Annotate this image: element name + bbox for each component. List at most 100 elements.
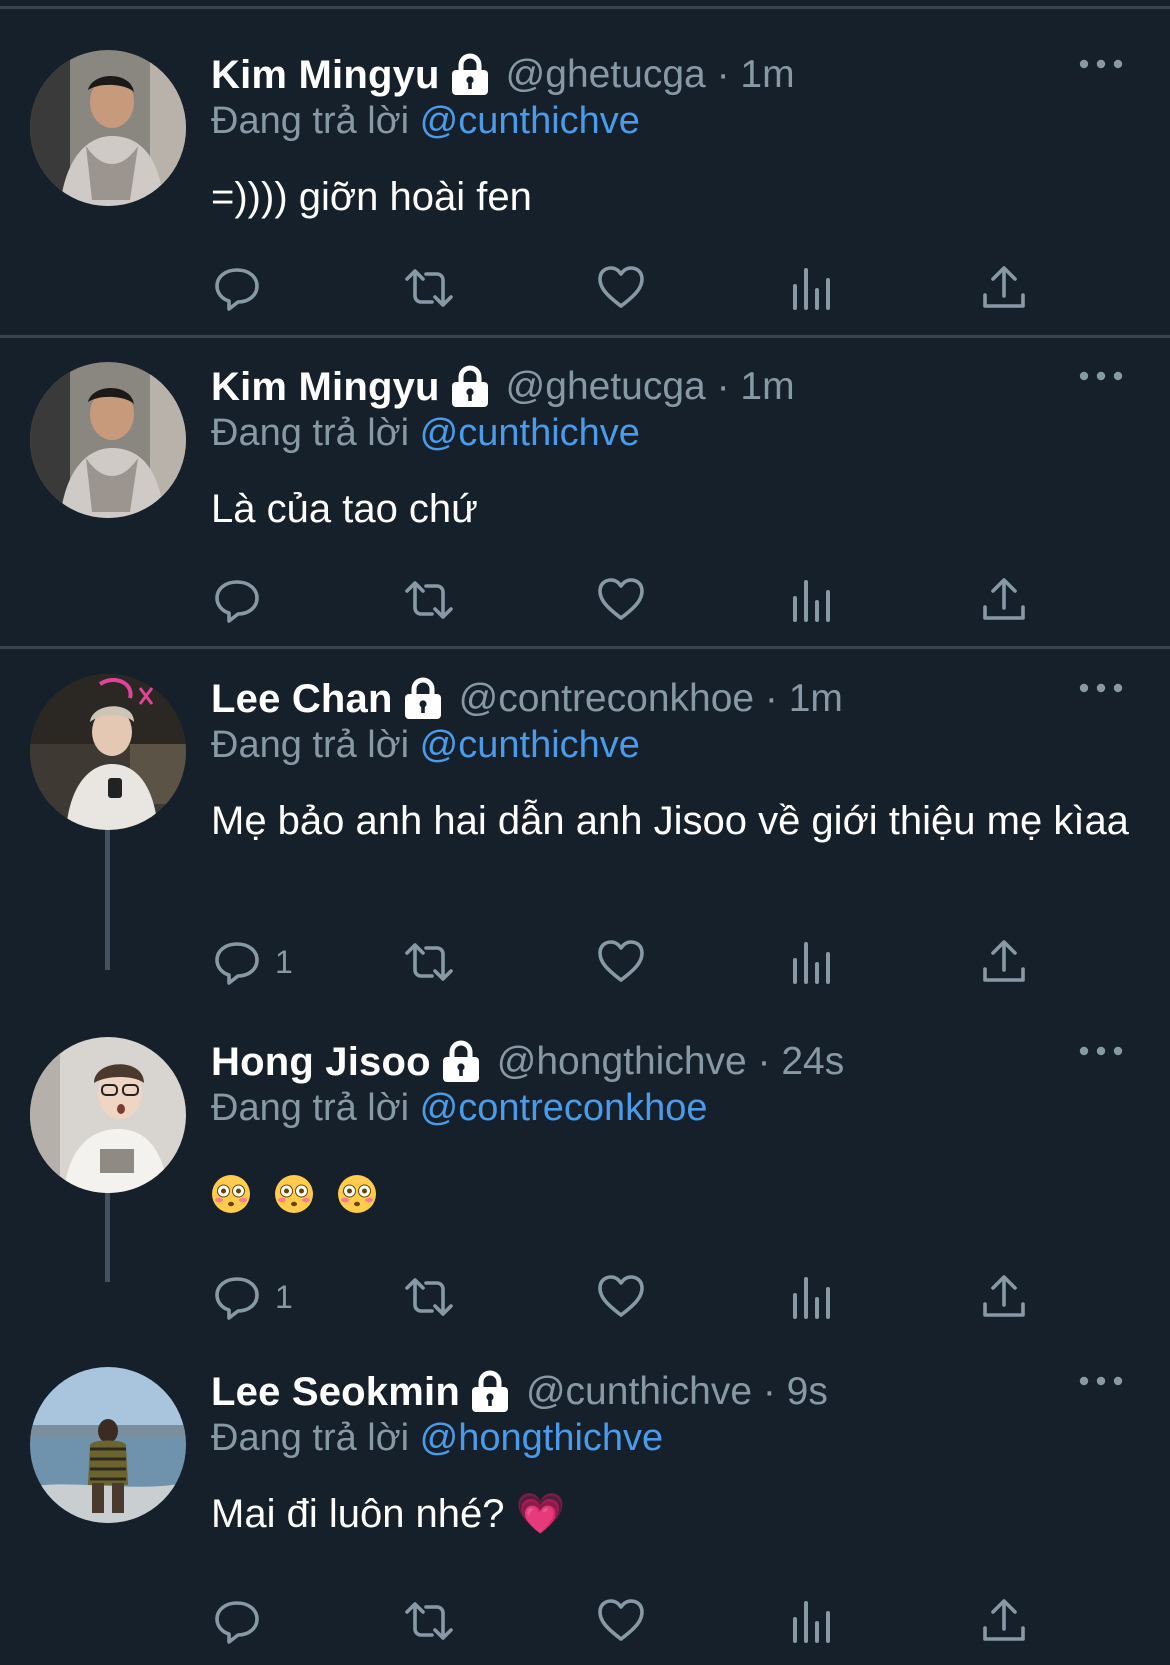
like-button[interactable] — [595, 572, 647, 628]
mention-link[interactable]: @contreconkhoe — [420, 1087, 708, 1129]
handle-time[interactable]: @cunthichve · 9s — [526, 1370, 828, 1414]
reply-button[interactable] — [211, 1593, 275, 1649]
display-name[interactable]: Lee Chan — [211, 677, 393, 722]
tweet-text: =)))) giỡn hoài fen — [211, 175, 532, 219]
like-icon — [595, 574, 647, 626]
handle-time[interactable]: @hongthichve · 24s — [497, 1040, 844, 1084]
share-icon — [978, 574, 1030, 626]
tweet-header: Kim Mingyu @ghetucga · 1m — [211, 362, 795, 412]
handle-time[interactable]: @ghetucga · 1m — [506, 365, 795, 409]
analytics-icon — [786, 1595, 838, 1647]
retweet-icon — [403, 1595, 455, 1647]
more-icon[interactable] — [1076, 1371, 1126, 1391]
avatar[interactable] — [30, 1037, 186, 1193]
more-icon[interactable] — [1076, 366, 1126, 386]
reply-button[interactable]: 1 — [211, 934, 293, 990]
avatar[interactable] — [30, 674, 186, 830]
reply-icon — [211, 936, 263, 988]
lock-icon — [441, 1040, 481, 1084]
like-icon — [595, 1271, 647, 1323]
lock-icon — [403, 677, 443, 721]
reply-icon — [211, 1271, 263, 1323]
display-name[interactable]: Lee Seokmin — [211, 1370, 460, 1415]
retweet-button[interactable] — [403, 1593, 455, 1649]
share-icon — [978, 1595, 1030, 1647]
avatar[interactable] — [30, 362, 186, 518]
retweet-button[interactable] — [403, 934, 455, 990]
reply-prefix: Đang trả lời — [211, 724, 410, 766]
tweet-text: 😳 😳 😳 — [211, 1167, 1131, 1218]
retweet-button[interactable] — [403, 572, 455, 628]
display-name[interactable]: Kim Mingyu — [211, 53, 440, 98]
retweet-icon — [403, 936, 455, 988]
action-bar — [0, 572, 1170, 628]
tweet-text: Là của tao chứ — [211, 487, 478, 531]
replying-to: Đang trả lời @contreconkhoe — [211, 1087, 708, 1130]
analytics-button[interactable] — [786, 572, 838, 628]
tweet-header: Lee Chan @contreconkhoe · 1m — [211, 674, 843, 724]
replying-to: Đang trả lời @hongthichve — [211, 1417, 663, 1460]
display-name[interactable]: Kim Mingyu — [211, 365, 440, 410]
reply-button[interactable] — [211, 572, 275, 628]
like-button[interactable] — [595, 1269, 647, 1325]
retweet-icon — [403, 1271, 455, 1323]
more-icon[interactable] — [1076, 54, 1126, 74]
analytics-icon — [786, 262, 838, 314]
reply-button[interactable] — [211, 260, 275, 316]
action-bar: 1 — [0, 1269, 1170, 1325]
reply-button[interactable]: 1 — [211, 1269, 293, 1325]
reply-prefix: Đang trả lời — [211, 1417, 410, 1459]
mention-link[interactable]: @hongthichve — [420, 1417, 664, 1459]
lock-icon — [450, 365, 490, 409]
like-icon — [595, 936, 647, 988]
like-icon — [595, 1595, 647, 1647]
reply-prefix: Đang trả lời — [211, 100, 410, 142]
flushed-face-emoji — [274, 1174, 314, 1214]
handle-time[interactable]: @contreconkhoe · 1m — [459, 677, 843, 721]
top-divider — [0, 6, 1170, 9]
mention-link[interactable]: @cunthichve — [420, 724, 640, 766]
retweet-button[interactable] — [403, 1269, 455, 1325]
reply-count: 1 — [275, 943, 293, 980]
action-bar: 1 — [0, 934, 1170, 990]
like-button[interactable] — [595, 934, 647, 990]
share-button[interactable] — [978, 1269, 1030, 1325]
reply-prefix: Đang trả lời — [211, 412, 410, 454]
analytics-icon — [786, 574, 838, 626]
retweet-button[interactable] — [403, 260, 455, 316]
more-icon[interactable] — [1076, 1041, 1126, 1061]
reply-prefix: Đang trả lời — [211, 1087, 410, 1129]
share-button[interactable] — [978, 260, 1030, 316]
share-button[interactable] — [978, 1593, 1030, 1649]
more-icon[interactable] — [1076, 678, 1126, 698]
retweet-icon — [403, 574, 455, 626]
analytics-button[interactable] — [786, 1593, 838, 1649]
analytics-button[interactable] — [786, 934, 838, 990]
tweet-header: Lee Seokmin @cunthichve · 9s — [211, 1367, 828, 1417]
replying-to: Đang trả lời @cunthichve — [211, 100, 640, 143]
lock-icon — [470, 1370, 510, 1414]
mention-link[interactable]: @cunthichve — [420, 412, 640, 454]
like-icon — [595, 262, 647, 314]
reply-count: 1 — [275, 1278, 293, 1315]
replying-to: Đang trả lời @cunthichve — [211, 412, 640, 455]
tweet-header: Kim Mingyu @ghetucga · 1m — [211, 50, 795, 100]
share-icon — [978, 262, 1030, 314]
avatar[interactable] — [30, 50, 186, 206]
analytics-icon — [786, 936, 838, 988]
analytics-button[interactable] — [786, 1269, 838, 1325]
display-name[interactable]: Hong Jisoo — [211, 1040, 431, 1085]
share-button[interactable] — [978, 572, 1030, 628]
reply-icon — [211, 574, 263, 626]
retweet-icon — [403, 262, 455, 314]
like-button[interactable] — [595, 260, 647, 316]
flushed-face-emoji — [211, 1174, 251, 1214]
like-button[interactable] — [595, 1593, 647, 1649]
reply-icon — [211, 1595, 263, 1647]
replying-to: Đang trả lời @cunthichve — [211, 724, 640, 767]
analytics-button[interactable] — [786, 260, 838, 316]
mention-link[interactable]: @cunthichve — [420, 100, 640, 142]
handle-time[interactable]: @ghetucga · 1m — [506, 53, 795, 97]
share-button[interactable] — [978, 934, 1030, 990]
avatar[interactable] — [30, 1367, 186, 1523]
